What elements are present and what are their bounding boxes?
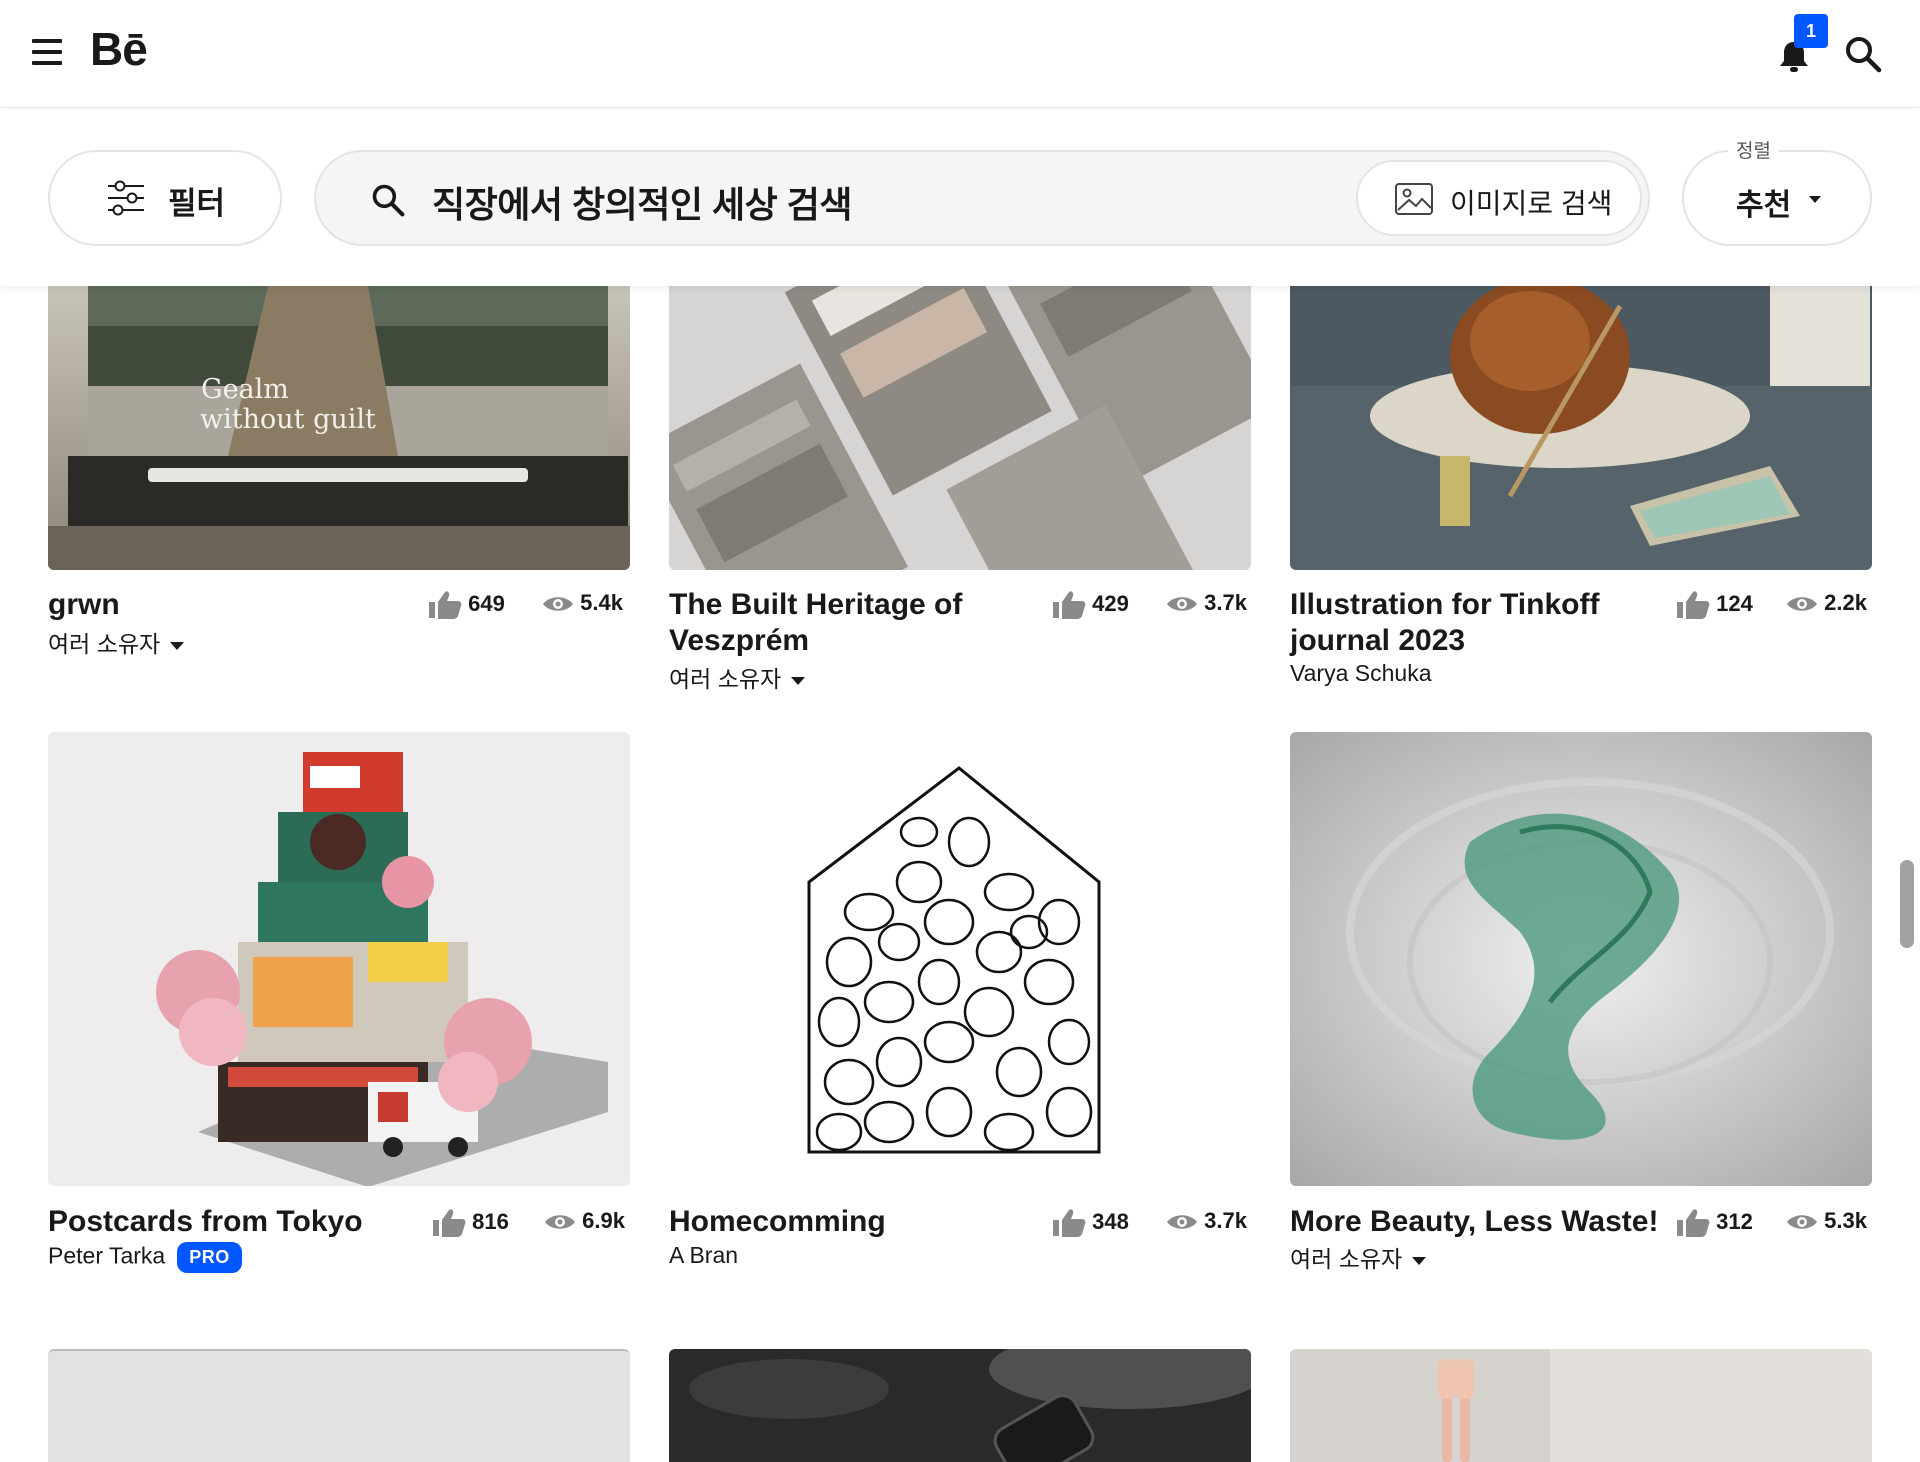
chevron-down-icon [1412,1256,1427,1265]
project-stats: 312 5.3k [1676,1208,1876,1238]
project-stats: 429 3.7k [1052,590,1252,620]
likes-stat: 429 [1052,590,1129,620]
eye-icon [1787,597,1817,611]
search-icon [372,184,405,217]
image-icon [1395,183,1433,215]
thumbs-up-icon [1053,1209,1086,1237]
eye-icon [1167,597,1197,611]
project-owner-dropdown[interactable]: 여러 소유자 [669,660,806,694]
views-stat: 3.7k [1166,1208,1247,1234]
chevron-down-icon [170,641,185,650]
project-thumbnail-row3-2[interactable] [669,1349,1251,1462]
sort-caption: 정렬 [1728,136,1779,163]
thumbs-up-icon [433,1209,466,1237]
top-navigation-bar: Bē 1 [0,0,1920,108]
likes-count: 348 [1092,1208,1129,1234]
views-count: 6.9k [582,1208,625,1233]
thumbs-up-icon [1053,591,1086,619]
search-placeholder-text: 직장에서 창의적인 세상 검색 [432,184,852,225]
views-count: 5.3k [1824,1208,1867,1233]
sort-dropdown[interactable]: 추천 [1682,150,1872,246]
hamburger-menu-icon[interactable] [32,39,62,65]
project-thumbnail-postcards-tokyo[interactable] [48,732,630,1186]
project-thumbnail-built-heritage[interactable] [669,286,1251,570]
chevron-down-icon [791,676,806,685]
project-title[interactable]: Homecomming [669,1204,1009,1240]
project-title[interactable]: Illustration for Tinkoff journal 2023 [1290,587,1630,659]
image-search-button[interactable]: 이미지로 검색 [1356,160,1642,236]
filter-button[interactable]: 필터 [48,150,282,246]
project-owner[interactable]: A Bran [669,1242,738,1269]
eye-icon [545,1215,575,1229]
project-owner[interactable]: Varya Schuka [1290,660,1431,687]
views-stat: 5.4k [542,590,623,616]
image-overlay-text-2: without guilt [200,404,376,435]
project-title[interactable]: More Beauty, Less Waste! [1290,1204,1680,1240]
project-thumbnail-row3-3[interactable] [1290,1349,1872,1462]
project-owner-dropdown[interactable]: 여러 소유자 [1290,1240,1427,1274]
owner-name: Peter Tarka [48,1242,166,1269]
project-title[interactable]: grwn [48,587,428,623]
thumbs-up-icon [1677,591,1710,619]
likes-count: 429 [1092,590,1129,616]
eye-icon [543,597,573,611]
owner-name: 여러 소유자 [1290,1246,1403,1272]
behance-logo[interactable]: Bē [90,22,148,76]
pro-badge: PRO [177,1242,242,1273]
project-stats: 816 6.9k [432,1208,632,1238]
project-thumbnail-homecomming[interactable] [669,732,1251,1186]
likes-stat: 649 [428,590,505,620]
project-thumbnail-more-beauty[interactable] [1290,732,1872,1186]
thumbs-up-icon [429,591,462,619]
views-count: 2.2k [1824,590,1867,615]
views-stat: 2.2k [1786,590,1867,616]
notification-count-badge: 1 [1794,14,1828,48]
project-title[interactable]: Postcards from Tokyo [48,1204,388,1240]
eye-icon [1787,1215,1817,1229]
search-input[interactable]: 직장에서 창의적인 세상 검색 이미지로 검색 [314,150,1650,246]
eye-icon [1167,1215,1197,1229]
search-filter-bar: 필터 직장에서 창의적인 세상 검색 이미지로 검색 추천 정렬 [0,108,1920,286]
image-overlay-text-1: Gealm [201,374,289,405]
likes-count: 312 [1716,1208,1753,1234]
views-count: 5.4k [580,590,623,615]
likes-stat: 124 [1676,590,1753,620]
project-thumbnail-row3-1[interactable] [48,1349,630,1462]
filter-sliders-icon [108,180,144,216]
views-stat: 6.9k [544,1208,625,1234]
likes-count: 816 [472,1208,509,1234]
likes-count: 124 [1716,590,1753,616]
likes-stat: 312 [1676,1208,1753,1238]
project-owner-dropdown[interactable]: 여러 소유자 [48,625,185,659]
project-thumbnail-tinkoff[interactable] [1290,286,1872,570]
project-stats: 649 5.4k [428,590,630,620]
project-stats: 348 3.7k [1052,1208,1252,1238]
page-scrollbar[interactable] [1900,860,1914,948]
views-count: 3.7k [1204,1208,1247,1233]
views-stat: 5.3k [1786,1208,1867,1234]
views-count: 3.7k [1204,590,1247,615]
filter-label: 필터 [168,186,226,221]
project-owner[interactable]: Peter Tarka PRO [48,1242,242,1273]
views-stat: 3.7k [1166,590,1247,616]
owner-name: 여러 소유자 [48,631,161,657]
likes-count: 649 [468,590,505,616]
image-search-label: 이미지로 검색 [1450,188,1613,219]
search-icon[interactable] [1843,34,1883,74]
likes-stat: 816 [432,1208,509,1238]
project-title[interactable]: The Built Heritage of Veszprém [669,587,1009,659]
project-thumbnail-grwn[interactable]: Gealm without guilt [48,286,630,570]
sort-value: 추천 [1736,189,1792,222]
thumbs-up-icon [1677,1209,1710,1237]
owner-name: 여러 소유자 [669,666,782,692]
chevron-down-icon [1809,196,1821,203]
project-stats: 124 2.2k [1676,590,1876,620]
likes-stat: 348 [1052,1208,1129,1238]
